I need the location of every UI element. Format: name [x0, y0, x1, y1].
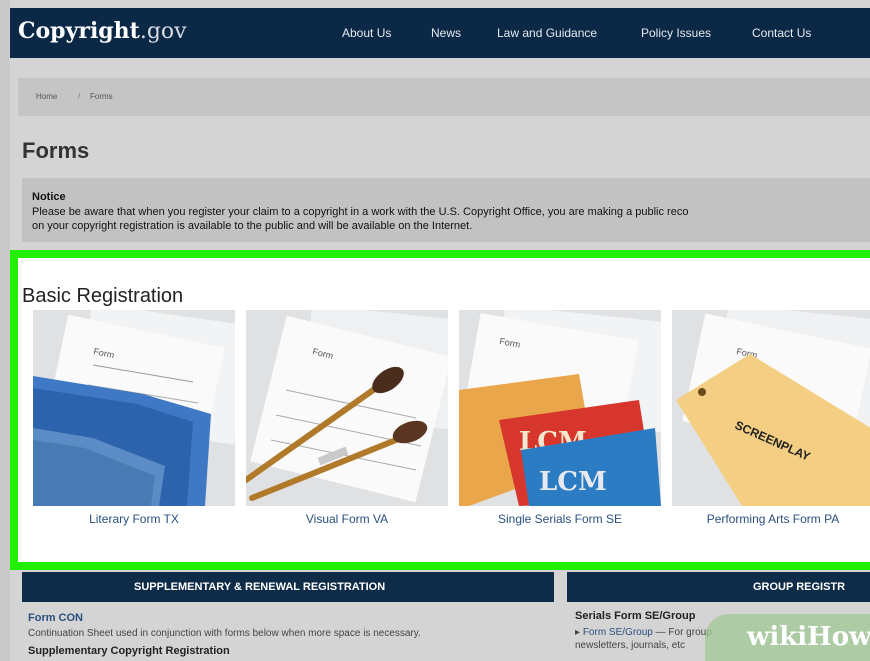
logo-suffix: .gov: [139, 19, 187, 44]
breadcrumb: Home / Forms: [18, 78, 870, 116]
literary-form-image: Form: [33, 310, 235, 506]
notice-text: Please be aware that when you register y…: [32, 205, 870, 233]
form-con-link[interactable]: Form CON: [28, 612, 83, 624]
form-con-description: Continuation Sheet used in conjunction w…: [28, 628, 421, 639]
supplementary-renewal-bar: SUPPLEMENTARY & RENEWAL REGISTRATION: [22, 572, 554, 602]
breadcrumb-current: Forms: [90, 92, 113, 101]
site-header: Copyright.gov About Us News Law and Guid…: [10, 8, 870, 58]
visual-form-va-card[interactable]: Form Visual Form VA: [246, 310, 448, 526]
supplementary-registration-heading: Supplementary Copyright Registration: [28, 645, 230, 657]
performing-arts-form-pa-card[interactable]: Form SCREENPLAY Performing Arts Form PA: [672, 310, 870, 526]
group-registration-title: GROUP REGISTR: [753, 581, 846, 593]
serials-form-se-group-line-2: newsletters, journals, etc: [575, 640, 686, 651]
page-title: Forms: [22, 138, 90, 163]
form-se-group-link[interactable]: Form SE/Group: [583, 627, 653, 638]
basic-registration-section: Basic Registration Form Literary Form TX: [10, 250, 870, 570]
form-se-group-description: — For group: [652, 627, 712, 638]
logo-main: Copyright: [18, 18, 140, 44]
notice-line-2: on your copyright registration is availa…: [32, 220, 473, 232]
nav-about-us[interactable]: About Us: [342, 26, 391, 40]
single-serials-form-se-link[interactable]: Single Serials Form SE: [459, 512, 661, 526]
single-serials-form-se-card[interactable]: Form LCM LCM Single Serials Form SE: [459, 310, 661, 526]
nav-news[interactable]: News: [431, 26, 461, 40]
nav-law-and-guidance[interactable]: Law and Guidance: [497, 26, 597, 40]
supplementary-renewal-title: SUPPLEMENTARY & RENEWAL REGISTRATION: [134, 581, 386, 593]
breadcrumb-home[interactable]: Home: [36, 92, 57, 101]
performing-arts-form-pa-link[interactable]: Performing Arts Form PA: [672, 512, 870, 526]
serials-form-se-group-line: ▸ Form SE/Group — For group: [575, 627, 712, 638]
nav-contact-us[interactable]: Contact Us: [752, 26, 811, 40]
basic-registration-heading: Basic Registration: [22, 285, 184, 307]
serials-form-image: Form LCM LCM: [459, 310, 661, 506]
browser-page: Copyright.gov About Us News Law and Guid…: [10, 0, 870, 661]
notice-heading: Notice: [32, 191, 66, 203]
site-logo[interactable]: Copyright.gov: [18, 18, 187, 44]
wikihow-watermark: wikiHow: [705, 614, 870, 661]
breadcrumb-separator: /: [78, 92, 81, 101]
nav-policy-issues[interactable]: Policy Issues: [641, 26, 711, 40]
literary-form-tx-card[interactable]: Form Literary Form TX: [33, 310, 235, 526]
magazine-2-text: LCM: [539, 467, 607, 497]
wikihow-watermark-text: wikiHow: [747, 622, 870, 652]
visual-form-va-link[interactable]: Visual Form VA: [246, 512, 448, 526]
notice-line-1: Please be aware that when you register y…: [32, 206, 689, 218]
literary-form-tx-link[interactable]: Literary Form TX: [33, 512, 235, 526]
performing-arts-form-image: Form SCREENPLAY: [672, 310, 870, 506]
notice-box: Notice Please be aware that when you reg…: [22, 178, 870, 242]
serials-form-se-group-heading: Serials Form SE/Group: [575, 610, 696, 622]
visual-form-image: Form: [246, 310, 448, 506]
group-registration-bar: GROUP REGISTR: [567, 572, 870, 602]
